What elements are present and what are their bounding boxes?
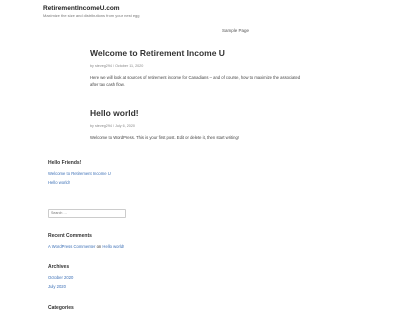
post-meta: by steveg294 / October 11, 2020 [90,64,305,68]
widget-recent-comments: Recent Comments A WordPress Commenter on… [48,233,138,250]
widget-categories: Categories [48,305,138,311]
nav-sample-page[interactable]: Sample Page [222,28,249,33]
post-title[interactable]: Welcome to Retirement Income U [90,48,305,58]
site-title[interactable]: RetirementIncomeU.com [43,5,140,12]
widget-link-welcome[interactable]: Welcome to Retirement Income U [48,170,138,179]
widget-title: Hello Friends! [48,160,82,166]
comment-post-link[interactable]: Hello world! [102,244,124,249]
widget-link-hello-world[interactable]: Hello world! [48,179,138,188]
meta-sep: / [113,124,115,128]
widget-search [48,201,138,219]
widget-archives: Archives October 2020 July 2020 [48,264,138,291]
main-nav: Sample Page [222,28,249,33]
post-card: Welcome to Retirement Income U by steveg… [90,48,305,88]
widget-title: Categories [48,305,74,311]
widget-title: Recent Comments [48,233,92,239]
search-input[interactable] [48,209,126,218]
post-meta: by steveg294 / July 6, 2020 [90,124,305,128]
post-author[interactable]: steveg294 [95,124,112,128]
post-author[interactable]: steveg294 [95,64,112,68]
widget-title: Archives [48,264,70,270]
meta-by: by [90,124,94,128]
post-title[interactable]: Hello world! [90,108,305,118]
site-header: RetirementIncomeU.com Maximize the size … [43,5,140,18]
comment-on: on [96,244,102,249]
site-tagline: Maximize the size and distributions from… [43,13,140,18]
post-card: Hello world! by steveg294 / July 6, 2020… [90,108,305,141]
recent-comment: A WordPress Commenter on Hello world! [48,243,138,250]
post-date[interactable]: October 11, 2020 [115,64,143,68]
comment-author-link[interactable]: A WordPress Commenter [48,244,95,249]
post-excerpt: Here we will look at sources of retireme… [90,75,301,87]
meta-by: by [90,64,94,68]
post-date[interactable]: July 6, 2020 [115,124,135,128]
post-excerpt: Welcome to WordPress. This is your first… [90,135,239,140]
widget-hello-friends: Hello Friends! Welcome to Retirement Inc… [48,160,138,187]
archive-link-october-2020[interactable]: October 2020 [48,274,138,283]
meta-sep: / [113,64,115,68]
archive-link-july-2020[interactable]: July 2020 [48,283,138,292]
sidebar: Hello Friends! Welcome to Retirement Inc… [48,160,138,325]
